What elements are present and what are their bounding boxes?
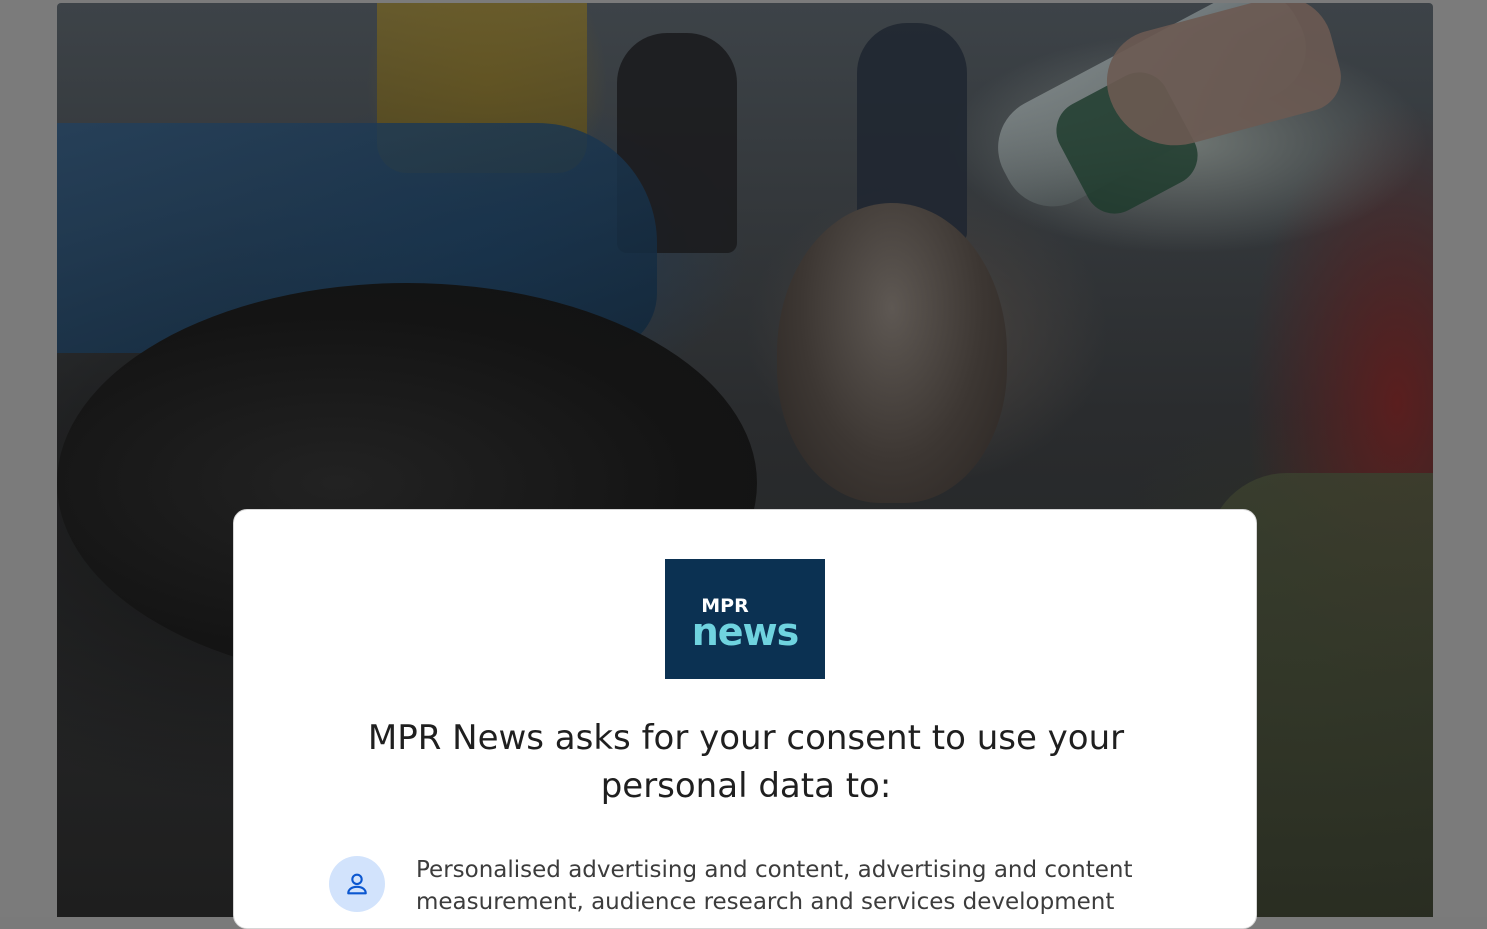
logo-text-news: news [691, 610, 800, 654]
consent-dialog: MPR news MPR News asks for your consent … [233, 509, 1257, 929]
mpr-news-logo: MPR news [665, 559, 825, 679]
purpose-description: Personalised advertising and content, ad… [416, 857, 1133, 915]
page-overlay: MPR news MPR News asks for your consent … [0, 0, 1487, 929]
purpose-item: Personalised advertising and content, ad… [329, 854, 1189, 918]
consent-title: MPR News asks for your consent to use yo… [367, 718, 1125, 806]
photo-man-head [777, 203, 1007, 503]
person-icon [329, 856, 385, 912]
